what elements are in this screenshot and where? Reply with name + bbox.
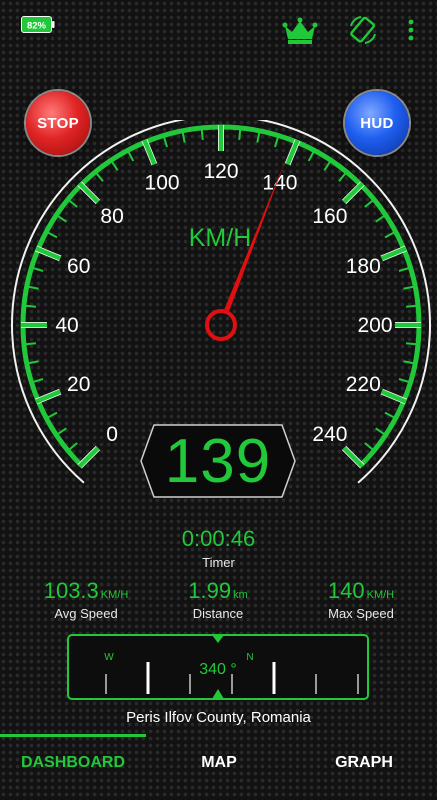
- max-speed-stat: 140 KM/H Max Speed: [296, 578, 426, 621]
- avg-speed-stat: 103.3 KM/H Avg Speed: [21, 578, 151, 621]
- compass-strip: W N 340 °: [67, 634, 369, 700]
- current-speed-value: 139: [164, 426, 272, 496]
- battery-level: 82%: [27, 21, 47, 32]
- gauge-minor-tick: [238, 125, 242, 140]
- avg-speed-unit: KM/H: [100, 589, 129, 601]
- tab-graph[interactable]: GRAPH: [291, 754, 437, 772]
- gauge-tick-label: 160: [312, 205, 347, 228]
- tab-dashboard[interactable]: DASHBOARD: [0, 754, 146, 772]
- gauge-unit-label: KM/H: [189, 224, 252, 252]
- compass-heading: 340 °: [199, 661, 237, 678]
- compass-cardinal-w: W: [104, 652, 114, 663]
- compass-cardinal-n: N: [246, 652, 253, 663]
- battery-icon: 82%: [21, 16, 55, 33]
- gauge-minor-tick: [200, 125, 204, 140]
- gauge-needle-hub: [205, 309, 237, 341]
- distance-label: Distance: [192, 606, 244, 621]
- screen-rotate-icon[interactable]: [347, 14, 379, 46]
- gauge-tick-label: 20: [67, 373, 90, 396]
- timer-label: Timer: [202, 555, 235, 570]
- gauge-tick-label: 180: [346, 255, 381, 278]
- gauge-major-tick: [77, 446, 100, 469]
- avg-speed-label: Avg Speed: [54, 606, 118, 621]
- gauge-major-tick: [380, 389, 407, 404]
- gauge-minor-tick: [406, 304, 421, 308]
- avg-speed-value: 103.3: [43, 578, 99, 603]
- timer-value: 0:00:46: [181, 526, 256, 551]
- distance-value: 1.99: [188, 578, 232, 603]
- max-speed-unit: KM/H: [366, 589, 395, 601]
- max-speed-value: 140: [327, 578, 365, 603]
- gauge-major-tick: [142, 139, 157, 166]
- gauge-major-tick: [342, 446, 365, 469]
- current-speed-readout: 139: [140, 424, 296, 498]
- gauge-major-tick: [285, 139, 300, 166]
- gauge-major-tick: [35, 246, 62, 261]
- crown-icon[interactable]: [282, 17, 318, 45]
- gauge-tick-label: 80: [100, 205, 123, 228]
- gauge-major-tick: [77, 181, 100, 204]
- gauge-tick-label: 60: [67, 255, 90, 278]
- gauge-tick-label: 100: [145, 172, 180, 195]
- gauge-minor-tick: [21, 304, 36, 308]
- gauge-minor-tick: [406, 342, 421, 346]
- gauge-tick-label: 120: [203, 160, 238, 183]
- gauge-tick-label: 40: [55, 314, 78, 337]
- distance-stat: 1.99 km Distance: [153, 578, 283, 621]
- location-text: Peris Ilfov County, Romania: [126, 709, 311, 726]
- gauge-tick-label: 220: [346, 373, 381, 396]
- gauge-major-tick: [342, 181, 365, 204]
- more-vert-icon[interactable]: [404, 18, 418, 42]
- active-tab-indicator: [0, 734, 146, 737]
- gauge-tick-label: 240: [312, 423, 347, 446]
- gauge-tick-label: 200: [357, 314, 392, 337]
- gauge-minor-tick: [21, 342, 36, 346]
- distance-unit: km: [233, 589, 248, 601]
- max-speed-label: Max Speed: [328, 606, 394, 621]
- tab-map[interactable]: MAP: [146, 754, 292, 772]
- gauge-major-tick: [380, 246, 407, 261]
- gauge-major-tick: [35, 389, 62, 404]
- gauge-tick-label: 0: [106, 423, 118, 446]
